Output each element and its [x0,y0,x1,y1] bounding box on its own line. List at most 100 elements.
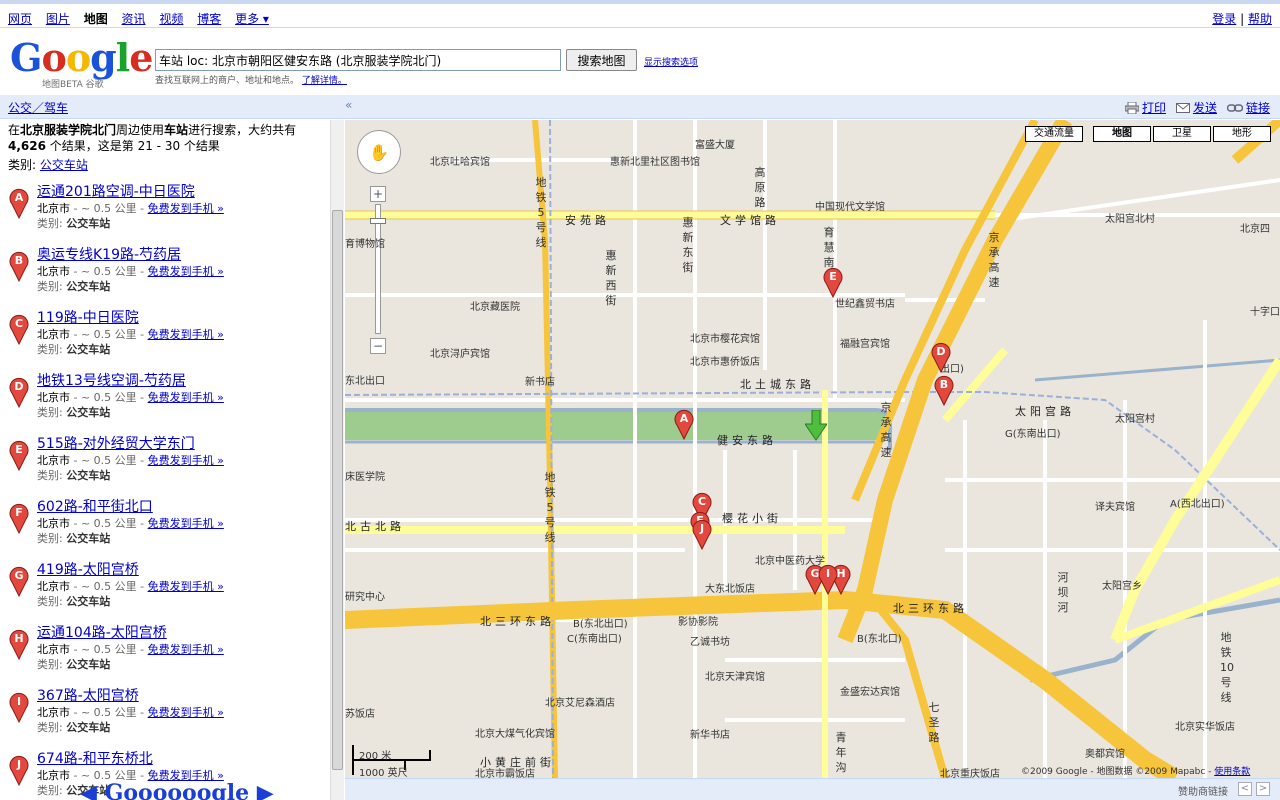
result-title-link[interactable]: 运通201路空调-中日医院 [37,184,195,200]
map-place-label[interactable]: 乙诚书坊 [690,633,730,648]
map-place-label[interactable]: 影协影院 [678,613,718,628]
send-to-phone-link[interactable]: 免费发到手机 » [148,580,224,593]
pagination[interactable]: ◀ Goooooogle ▶ [80,780,274,800]
map-place-label[interactable]: 北京四 [1240,220,1270,235]
result-item[interactable]: A 运通201路空调-中日医院 北京市 - ~ 0.5 公里 - 免费发到手机 » 类… [0,183,330,243]
map-place-label[interactable]: G(东南出口) [1005,425,1061,440]
login-link[interactable]: 登录 [1212,12,1236,26]
map-marker[interactable]: D [931,341,951,374]
send-to-phone-link[interactable]: 免费发到手机 » [148,454,224,467]
result-title-link[interactable]: 运通104路-太阳宫桥 [37,625,167,641]
send-to-phone-link[interactable]: 免费发到手机 » [148,706,224,719]
map-marker[interactable]: B [934,374,954,407]
result-title-link[interactable]: 地铁13号线空调-芍药居 [37,373,186,389]
map-place-label[interactable]: 北京大煤气化宾馆 [475,725,555,740]
map-place-label[interactable]: 床医学院 [345,468,385,483]
map-place-label[interactable]: 福融宫宾馆 [840,335,890,350]
map-place-label[interactable]: 奥都宾馆 [1085,745,1125,760]
map-place-label[interactable]: 苏饭店 [345,705,375,720]
transit-directions-link[interactable]: 公交／驾车 [8,99,68,116]
map-place-label[interactable]: 世纪鑫贸书店 [835,295,895,310]
result-title-link[interactable]: 674路-和平东桥北 [37,751,153,767]
result-title-link[interactable]: 367路-太阳宫桥 [37,688,139,704]
nav-more[interactable]: 更多 ▾ [235,12,269,26]
map-place-label[interactable]: B(东北口) [857,630,902,645]
google-maps-logo[interactable]: Google 地图BETA 谷歌 [10,39,153,91]
result-item[interactable]: H 运通104路-太阳宫桥 北京市 - ~ 0.5 公里 - 免费发到手机 » 类别:… [0,624,330,684]
link-link[interactable]: 链接 [1246,99,1270,116]
map-place-label[interactable]: 北京市惠侨饭店 [690,353,760,368]
nav-maps[interactable]: 地图 [84,12,108,26]
map-marker[interactable]: A [674,408,694,441]
send-action[interactable]: 发送 [1175,99,1217,116]
map-place-label[interactable]: 北京吐哈宾馆 [430,153,490,168]
nav-images[interactable]: 图片 [46,12,70,26]
map-canvas[interactable]: ✋ + − 交通流量 地图 卫星 地形 北京吐哈宾馆 惠新北里社区图书馆 富盛大厦中… [345,120,1280,778]
map-place-label[interactable]: 东北出口 [345,372,385,387]
map-place-label[interactable]: 新华书店 [690,726,730,741]
result-item[interactable]: I 367路-太阳宫桥 北京市 - ~ 0.5 公里 - 免费发到手机 » 类别: 公… [0,687,330,747]
map-place-label[interactable]: 中国现代文学馆 [815,198,885,213]
map-place-label[interactable]: 新书店 [525,373,555,388]
category-link[interactable]: 公交车站 [40,158,88,172]
results-scrollbar[interactable] [330,120,344,800]
map-place-label[interactable]: 富盛大厦 [695,136,735,151]
result-title-link[interactable]: 602路-和平街北口 [37,499,153,515]
map-place-label[interactable]: 太阳宫乡 [1102,577,1142,592]
map-place-label[interactable]: 金盛宏达宾馆 [840,683,900,698]
map-place-label[interactable]: 太阳宫北村 [1105,210,1155,225]
result-item[interactable]: G 419路-太阳宫桥 北京市 - ~ 0.5 公里 - 免费发到手机 » 类别: 公… [0,561,330,621]
send-to-phone-link[interactable]: 免费发到手机 » [148,643,224,656]
map-place-label[interactable]: A(西北出口) [1170,495,1225,510]
result-item[interactable]: B 奥运专线K19路-芍药居 北京市 - ~ 0.5 公里 - 免费发到手机 » 类别… [0,246,330,306]
send-to-phone-link[interactable]: 免费发到手机 » [148,517,224,530]
send-to-phone-link[interactable]: 免费发到手机 » [148,391,224,404]
map-marker[interactable]: J [692,518,712,551]
zoom-in-button[interactable]: + [370,186,386,202]
map-type-traffic[interactable]: 交通流量 [1025,126,1083,142]
send-to-phone-link[interactable]: 免费发到手机 » [148,202,224,215]
result-title-link[interactable]: 515路-对外经贸大学东门 [37,436,195,452]
map-place-label[interactable]: 十字口 [1250,303,1280,318]
map-type-terrain[interactable]: 地形 [1213,126,1271,142]
center-location-arrow-icon[interactable] [805,410,827,442]
show-search-options-link[interactable]: 显示搜索选项 [644,55,698,68]
print-action[interactable]: 打印 [1124,99,1166,116]
help-link[interactable]: 帮助 [1248,12,1272,26]
map-type-map[interactable]: 地图 [1093,126,1151,142]
result-item[interactable]: F 602路-和平街北口 北京市 - ~ 0.5 公里 - 免费发到手机 » 类别: … [0,498,330,558]
map-place-label[interactable]: 北京重庆饭店 [940,765,1000,778]
map-place-label[interactable]: 育博物馆 [345,235,385,250]
map-type-satellite[interactable]: 卫星 [1153,126,1211,142]
map-place-label[interactable]: 大东北饭店 [705,580,755,595]
zoom-slider-knob[interactable] [370,218,386,224]
next-ad-button[interactable]: > [1256,782,1270,796]
result-title-link[interactable]: 419路-太阳宫桥 [37,562,139,578]
map-marker[interactable]: E [823,266,843,299]
collapse-panel-button[interactable]: « [345,98,352,112]
map-place-label[interactable]: C(东南出口) [567,630,622,645]
result-title-link[interactable]: 119路-中日医院 [37,310,139,326]
print-link[interactable]: 打印 [1142,99,1166,116]
zoom-out-button[interactable]: − [370,338,386,354]
map-place-label[interactable]: 惠新北里社区图书馆 [610,153,700,168]
prev-ad-button[interactable]: < [1238,782,1252,796]
map-place-label[interactable]: 北京市樱花宾馆 [690,330,760,345]
result-item[interactable]: E 515路-对外经贸大学东门 北京市 - ~ 0.5 公里 - 免费发到手机 » 类… [0,435,330,495]
nav-blogs[interactable]: 博客 [197,12,221,26]
pan-control[interactable]: ✋ [357,130,401,174]
send-to-phone-link[interactable]: 免费发到手机 » [148,328,224,341]
search-input[interactable] [155,49,561,71]
map-marker[interactable]: I [818,563,838,596]
nav-video[interactable]: 视频 [159,12,183,26]
result-item[interactable]: C 119路-中日医院 北京市 - ~ 0.5 公里 - 免费发到手机 » 类别: 公… [0,309,330,369]
scrollbar-thumb[interactable] [332,210,343,770]
result-title-link[interactable]: 奥运专线K19路-芍药居 [37,247,181,263]
map-place-label[interactable]: 太阳宫村 [1115,410,1155,425]
map-place-label[interactable]: 北京藏医院 [470,298,520,313]
nav-news[interactable]: 资讯 [122,12,146,26]
map-place-label[interactable]: 北京艾尼森酒店 [545,694,615,709]
search-maps-button[interactable]: 搜索地图 [566,49,637,71]
result-item[interactable]: D 地铁13号线空调-芍药居 北京市 - ~ 0.5 公里 - 免费发到手机 » 类别… [0,372,330,432]
map-place-label[interactable]: 北京天津宾馆 [705,668,765,683]
